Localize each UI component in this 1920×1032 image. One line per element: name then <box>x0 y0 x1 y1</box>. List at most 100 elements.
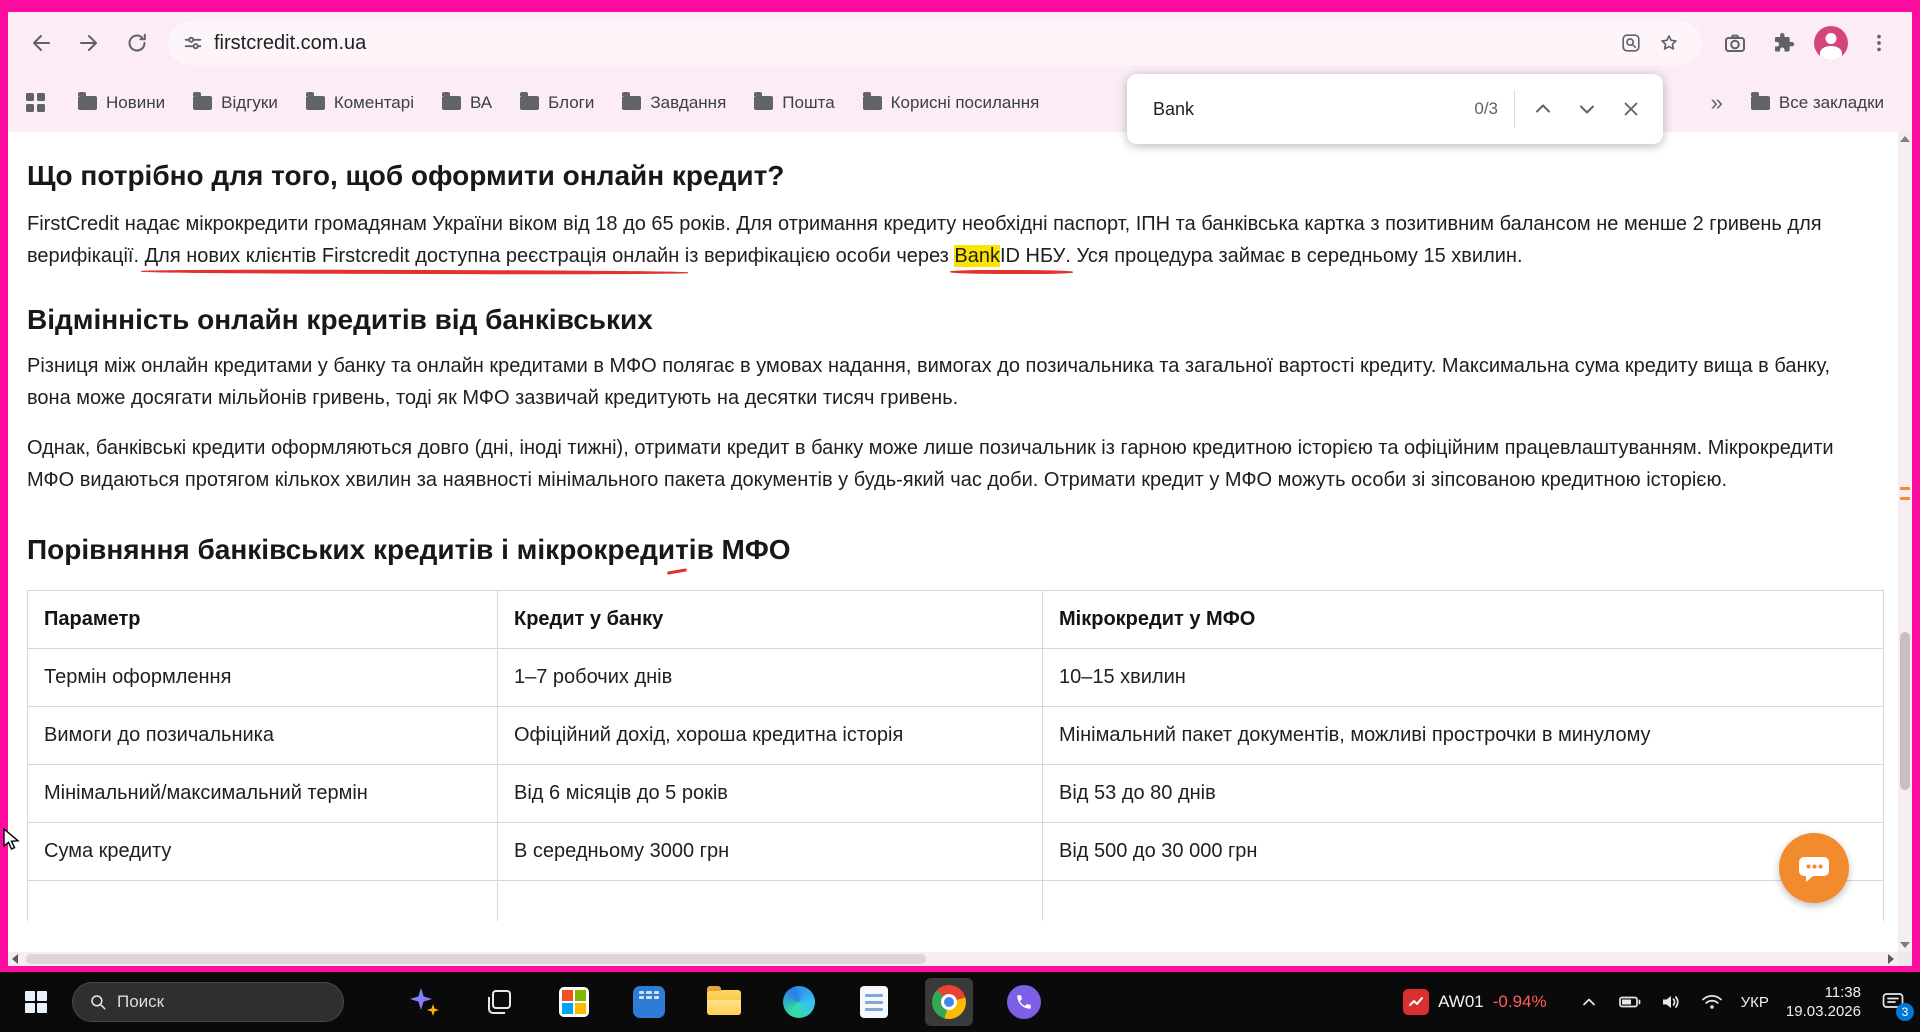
url-text[interactable]: firstcredit.com.ua <box>214 32 1612 55</box>
horizontal-scroll-thumb[interactable] <box>26 954 926 964</box>
calculator-icon <box>633 986 665 1018</box>
site-settings-tune-icon[interactable] <box>182 32 204 54</box>
bookmark-star-button[interactable] <box>1650 24 1688 62</box>
forward-arrow-icon <box>80 35 97 51</box>
chevron-down-icon <box>1580 105 1594 114</box>
task-view-icon <box>488 990 511 1014</box>
bookmark-label: Пошта <box>782 93 835 112</box>
volume-icon[interactable] <box>1659 990 1683 1014</box>
all-bookmarks-button[interactable]: Все закладки <box>1741 87 1894 119</box>
screenshot-camera-button[interactable] <box>1712 20 1758 66</box>
copilot-app-button[interactable] <box>400 978 448 1026</box>
bookmark-folder-komentari[interactable]: Коментарі <box>296 87 424 119</box>
stock-ticker-widget[interactable]: AW01 -0.94% <box>1403 989 1547 1015</box>
paragraph-difference-1: Різниця між онлайн кредитами у банку та … <box>27 355 1831 409</box>
find-query-input[interactable]: Bank <box>1153 99 1474 120</box>
bookmark-folder-korysni[interactable]: Корисні посилання <box>853 87 1050 119</box>
intro-text: . Уся процедура займає в середньому 15 х… <box>1065 245 1523 267</box>
apps-grid-icon[interactable] <box>26 93 46 113</box>
scrollbar-find-marker <box>1900 497 1910 500</box>
stock-symbol: AW01 <box>1438 992 1484 1011</box>
table-cell: Від 53 до 80 днів <box>1042 764 1884 823</box>
table-cell: Мінімальний/максимальний термін <box>27 764 498 823</box>
search-icon <box>91 995 106 1010</box>
battery-icon[interactable] <box>1618 990 1642 1014</box>
document-app-button[interactable] <box>850 978 898 1026</box>
calculator-app-button[interactable] <box>625 978 673 1026</box>
bookmark-folder-poshta[interactable]: Пошта <box>744 87 844 119</box>
viber-icon <box>1007 985 1041 1019</box>
folder-icon <box>78 92 97 110</box>
start-button[interactable] <box>12 978 60 1026</box>
bookmark-label: Завдання <box>650 93 727 112</box>
scroll-up-arrow[interactable] <box>1898 132 1912 146</box>
back-button[interactable] <box>18 20 64 66</box>
bookmarks-overflow-chevron[interactable]: » <box>1701 90 1733 116</box>
folder-icon <box>520 92 540 110</box>
find-close-button[interactable] <box>1609 87 1653 131</box>
address-bar[interactable]: firstcredit.com.ua <box>168 21 1702 65</box>
folder-icon <box>862 92 882 110</box>
microsoft-logo-icon <box>559 987 589 1017</box>
section-heading-difference: Відмінність онлайн кредитів від банківсь… <box>27 304 653 335</box>
language-indicator[interactable]: УКР <box>1741 994 1769 1011</box>
bookmark-folder-vidhuky[interactable]: Відгуки <box>183 87 288 119</box>
bookmark-folder-zavdannia[interactable]: Завдання <box>612 87 736 119</box>
table-header-row: Параметр Кредит у банку Мікрокредит у МФ… <box>27 590 1884 649</box>
horizontal-scrollbar[interactable] <box>8 952 1898 966</box>
scroll-down-arrow[interactable] <box>1898 938 1912 952</box>
table-cell: Від 6 місяців до 5 років <box>497 764 1043 823</box>
notification-count-badge: 3 <box>1896 1003 1914 1021</box>
reload-button[interactable] <box>114 20 160 66</box>
scrollbar-corner <box>1898 952 1912 966</box>
folder-icon <box>1750 92 1770 110</box>
extensions-button[interactable] <box>1760 20 1806 66</box>
scroll-left-arrow[interactable] <box>8 952 22 966</box>
taskbar-clock[interactable]: 11:38 19.03.2026 <box>1786 983 1861 1021</box>
scroll-right-arrow[interactable] <box>1884 952 1898 966</box>
taskbar-search-box[interactable]: Поиск <box>72 982 344 1022</box>
windows-logo-icon <box>25 991 47 1013</box>
red-underlined-text: Для нових клієнтів Firstcredit доступна … <box>144 245 680 267</box>
vertical-scrollbar[interactable] <box>1898 132 1912 952</box>
find-next-button[interactable] <box>1565 87 1609 131</box>
network-wifi-icon[interactable] <box>1700 990 1724 1014</box>
profile-avatar-button[interactable] <box>1808 20 1854 66</box>
find-match-highlight: Bank <box>954 245 1000 267</box>
chevron-up-icon <box>1536 104 1550 113</box>
windows-taskbar: Поиск AW01 -0.94% УКР 11:38 19.03.2026 3 <box>0 972 1920 1032</box>
table-cell: Вимоги до позичальника <box>27 706 498 765</box>
taskbar-pinned-apps <box>400 978 1048 1026</box>
bookmark-folder-blohy[interactable]: Блоги <box>510 87 604 119</box>
microsoft-store-app-button[interactable] <box>550 978 598 1026</box>
bookmark-label: ВА <box>470 93 493 112</box>
find-bar-divider <box>1514 90 1515 128</box>
table-row: Мінімальний/максимальний термін Від 6 мі… <box>27 764 1884 823</box>
bookmark-folder-va[interactable]: ВА <box>432 87 502 119</box>
table-cell: Сума кредиту <box>27 822 498 881</box>
lens-search-button[interactable] <box>1612 24 1650 62</box>
find-previous-button[interactable] <box>1521 87 1565 131</box>
notification-center-button[interactable]: 3 <box>1878 987 1914 1021</box>
forward-button[interactable] <box>66 20 112 66</box>
article: Що потрібно для того, щоб оформити онлай… <box>8 132 1884 921</box>
kebab-menu-icon <box>1877 34 1881 52</box>
edge-app-button[interactable] <box>775 978 823 1026</box>
browser-menu-button[interactable] <box>1856 20 1902 66</box>
document-app-icon <box>860 986 888 1018</box>
task-view-button[interactable] <box>475 978 523 1026</box>
bookmark-folder-novyny[interactable]: Новини <box>68 87 175 119</box>
viber-app-button[interactable] <box>1000 978 1048 1026</box>
all-bookmarks-label: Все закладки <box>1778 93 1884 112</box>
hidden-icons-chevron[interactable] <box>1577 990 1601 1014</box>
chrome-app-button-active[interactable] <box>925 978 973 1026</box>
folder-icon <box>193 92 213 110</box>
file-explorer-app-button[interactable] <box>700 978 748 1026</box>
table-cell: Від 500 до 30 000 грн <box>1042 822 1884 881</box>
bankid-rest-text: ID НБУ <box>1000 245 1066 267</box>
lens-icon <box>1622 34 1640 52</box>
table-cell: 1–7 робочих днів <box>497 648 1043 707</box>
folder-icon <box>622 92 642 110</box>
chat-widget-button[interactable] <box>1779 833 1849 903</box>
vertical-scroll-thumb[interactable] <box>1900 632 1910 790</box>
